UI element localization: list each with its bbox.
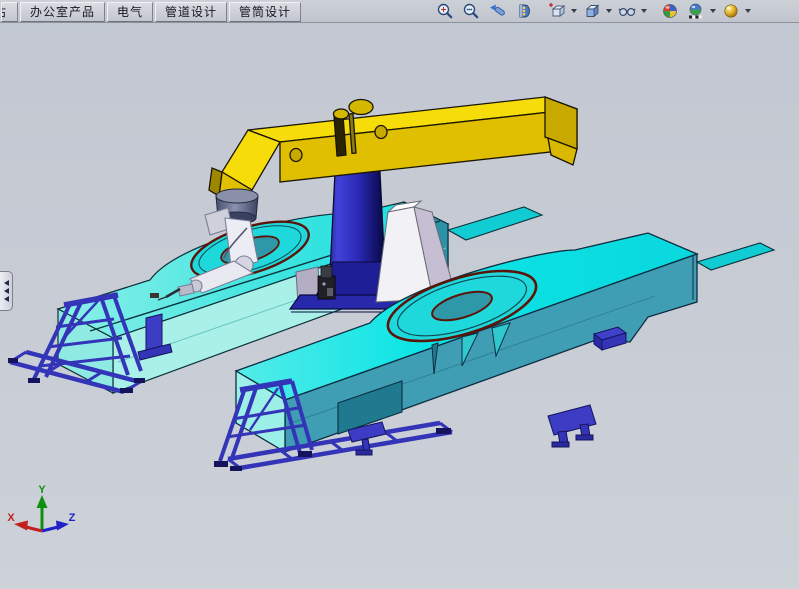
front-beam-support-2[interactable] [548, 405, 596, 447]
panel-arrow-icon [4, 288, 9, 294]
axis-z-label: Z [69, 512, 76, 524]
apply-scene-dropdown[interactable] [709, 1, 716, 21]
zoom-to-fit-icon [436, 2, 454, 20]
heads-up-toolbar [432, 0, 753, 22]
edit-appearance-button[interactable] [658, 1, 682, 21]
panel-arrow-icon [4, 296, 9, 302]
tab-electrical[interactable]: 电气 [107, 2, 153, 22]
axis-x-label: X [7, 512, 15, 524]
tab-tubing-design[interactable]: 管筒设计 [229, 2, 301, 22]
tab-evaluate-partial[interactable]: 估 [1, 2, 18, 22]
panel-arrow-icon [4, 280, 9, 286]
zoom-to-area-button[interactable] [459, 1, 483, 21]
display-style-button[interactable] [580, 1, 604, 21]
collapsed-panel-tab[interactable] [0, 271, 13, 311]
apply-scene-button[interactable] [684, 1, 708, 21]
axis-y-label: Y [38, 484, 46, 496]
edit-appearance-icon [661, 2, 679, 20]
display-style-dropdown[interactable] [605, 1, 612, 21]
view-orientation-button[interactable] [545, 1, 569, 21]
reference-triad: Y X Z [7, 484, 75, 531]
apply-scene-icon [687, 2, 705, 20]
yellow-robot-boom[interactable] [209, 97, 577, 212]
display-style-icon [583, 2, 601, 20]
section-view-button[interactable] [511, 1, 535, 21]
view-orientation-icon [548, 2, 566, 20]
hide-show-items-icon [618, 2, 636, 20]
section-view-icon [514, 2, 532, 20]
tab-office-products[interactable]: 办公室产品 [20, 2, 105, 22]
zoom-to-fit-button[interactable] [433, 1, 457, 21]
hide-show-items-button[interactable] [615, 1, 639, 21]
previous-view-icon [488, 2, 506, 20]
view-settings-dropdown[interactable] [744, 1, 751, 21]
view-settings-button[interactable] [719, 1, 743, 21]
zoom-to-area-icon [462, 2, 480, 20]
previous-view-button[interactable] [485, 1, 509, 21]
solidworks-window: Y X Z 估 办公室产品 电气 管道设计 管筒设计 [0, 0, 799, 589]
view-settings-icon [722, 2, 740, 20]
tab-piping-design[interactable]: 管道设计 [155, 2, 227, 22]
viewport-3d[interactable]: Y X Z [0, 0, 799, 589]
view-orientation-dropdown[interactable] [570, 1, 577, 21]
hide-show-items-dropdown[interactable] [640, 1, 647, 21]
